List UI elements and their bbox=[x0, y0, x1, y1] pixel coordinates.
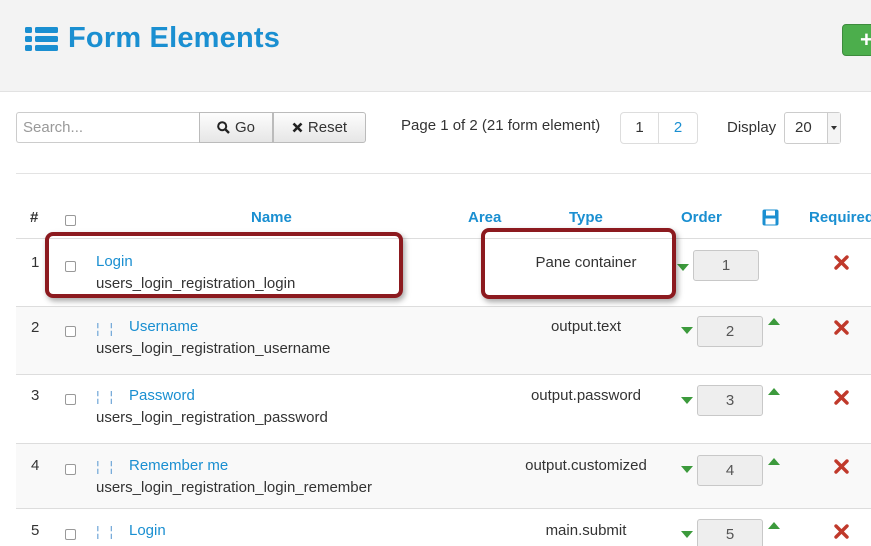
order-down-arrow-icon[interactable] bbox=[681, 531, 693, 538]
page-header: Form Elements + bbox=[0, 0, 871, 92]
title-wrap: Form Elements bbox=[25, 22, 280, 55]
order-up-arrow-icon[interactable] bbox=[768, 458, 780, 465]
order-up-arrow-icon[interactable] bbox=[768, 318, 780, 325]
element-type: output.customized bbox=[525, 457, 647, 474]
highlight-box-type bbox=[481, 228, 676, 299]
indent-handle-icon[interactable]: ¦ ¦ bbox=[96, 388, 116, 404]
select-all-checkbox[interactable] bbox=[65, 215, 76, 226]
page-link-2[interactable]: 2 bbox=[659, 113, 697, 143]
row-number: 2 bbox=[31, 319, 40, 336]
page-link-1[interactable]: 1 bbox=[621, 113, 659, 143]
element-key: users_login_registration_password bbox=[96, 409, 328, 426]
row-checkbox[interactable] bbox=[65, 464, 76, 475]
order-input[interactable]: 5 bbox=[697, 519, 763, 546]
row-number: 3 bbox=[31, 387, 40, 404]
order-input[interactable]: 3 bbox=[697, 385, 763, 416]
row-number: 1 bbox=[31, 254, 40, 271]
element-key: users_login_registration_username bbox=[96, 340, 331, 357]
row-checkbox[interactable] bbox=[65, 394, 76, 405]
required-false-icon[interactable] bbox=[834, 390, 849, 405]
element-type: output.password bbox=[530, 387, 642, 404]
order-input[interactable]: 4 bbox=[697, 455, 763, 486]
row-number: 4 bbox=[31, 457, 40, 474]
element-label-link[interactable]: Username bbox=[129, 318, 198, 335]
search-input[interactable] bbox=[16, 112, 199, 143]
order-up-arrow-icon[interactable] bbox=[768, 522, 780, 529]
column-header-name[interactable]: Name bbox=[251, 209, 292, 226]
element-type: main.submit bbox=[545, 522, 627, 539]
table-row: 3 ¦ ¦ Password users_login_registration_… bbox=[16, 374, 871, 443]
column-header-area[interactable]: Area bbox=[468, 209, 501, 226]
display-label: Display bbox=[727, 119, 777, 136]
display-count-value: 20 bbox=[795, 119, 812, 136]
divider bbox=[16, 173, 871, 174]
chevron-down-icon bbox=[827, 113, 840, 143]
plus-icon: + bbox=[860, 27, 871, 52]
order-up-arrow-icon[interactable] bbox=[768, 388, 780, 395]
indent-handle-icon[interactable]: ¦ ¦ bbox=[96, 320, 116, 336]
go-label: Go bbox=[234, 119, 255, 136]
column-header-order[interactable]: Order bbox=[681, 209, 722, 226]
page-title: Form Elements bbox=[68, 22, 281, 54]
order-input[interactable]: 1 bbox=[693, 250, 759, 281]
column-header-type[interactable]: Type bbox=[569, 209, 603, 226]
element-type: output.text bbox=[550, 318, 622, 335]
order-down-arrow-icon[interactable] bbox=[677, 264, 689, 271]
reset-button[interactable]: Reset bbox=[273, 112, 366, 143]
list-icon bbox=[25, 26, 58, 51]
element-label-link[interactable]: Login bbox=[129, 522, 166, 539]
column-header-number: # bbox=[30, 209, 39, 226]
indent-handle-icon[interactable]: ¦ ¦ bbox=[96, 458, 116, 474]
row-number: 5 bbox=[31, 522, 40, 539]
row-checkbox[interactable] bbox=[65, 529, 76, 540]
element-key: users_login_registration_login_remember bbox=[96, 479, 372, 496]
indent-handle-icon[interactable]: ¦ ¦ bbox=[96, 523, 116, 539]
element-label-link[interactable]: Password bbox=[129, 387, 195, 404]
pagination-info: Page 1 of 2 (21 form element) bbox=[401, 117, 601, 134]
pagination: 1 2 bbox=[620, 112, 698, 144]
order-down-arrow-icon[interactable] bbox=[681, 397, 693, 404]
required-false-icon[interactable] bbox=[834, 459, 849, 474]
required-false-icon[interactable] bbox=[834, 320, 849, 335]
required-false-icon[interactable] bbox=[834, 255, 849, 270]
search-icon bbox=[217, 121, 230, 134]
save-icon[interactable] bbox=[762, 209, 779, 226]
add-element-button[interactable]: + bbox=[842, 24, 871, 56]
order-down-arrow-icon[interactable] bbox=[681, 327, 693, 334]
close-icon bbox=[292, 122, 303, 133]
element-label-link[interactable]: Remember me bbox=[129, 457, 228, 474]
reset-label: Reset bbox=[307, 119, 348, 136]
table-row: 2 ¦ ¦ Username users_login_registration_… bbox=[16, 306, 871, 374]
display-count-select[interactable]: 20 bbox=[784, 112, 841, 144]
table-row: 4 ¦ ¦ Remember me users_login_registrati… bbox=[16, 443, 871, 508]
order-input[interactable]: 2 bbox=[697, 316, 763, 347]
highlight-box-name bbox=[45, 232, 403, 298]
required-false-icon[interactable] bbox=[834, 524, 849, 539]
row-checkbox[interactable] bbox=[65, 326, 76, 337]
go-button[interactable]: Go bbox=[199, 112, 273, 143]
table-row: 5 ¦ ¦ Login users_login_registration_log… bbox=[16, 508, 871, 546]
order-down-arrow-icon[interactable] bbox=[681, 466, 693, 473]
column-header-required[interactable]: Required bbox=[809, 209, 871, 226]
